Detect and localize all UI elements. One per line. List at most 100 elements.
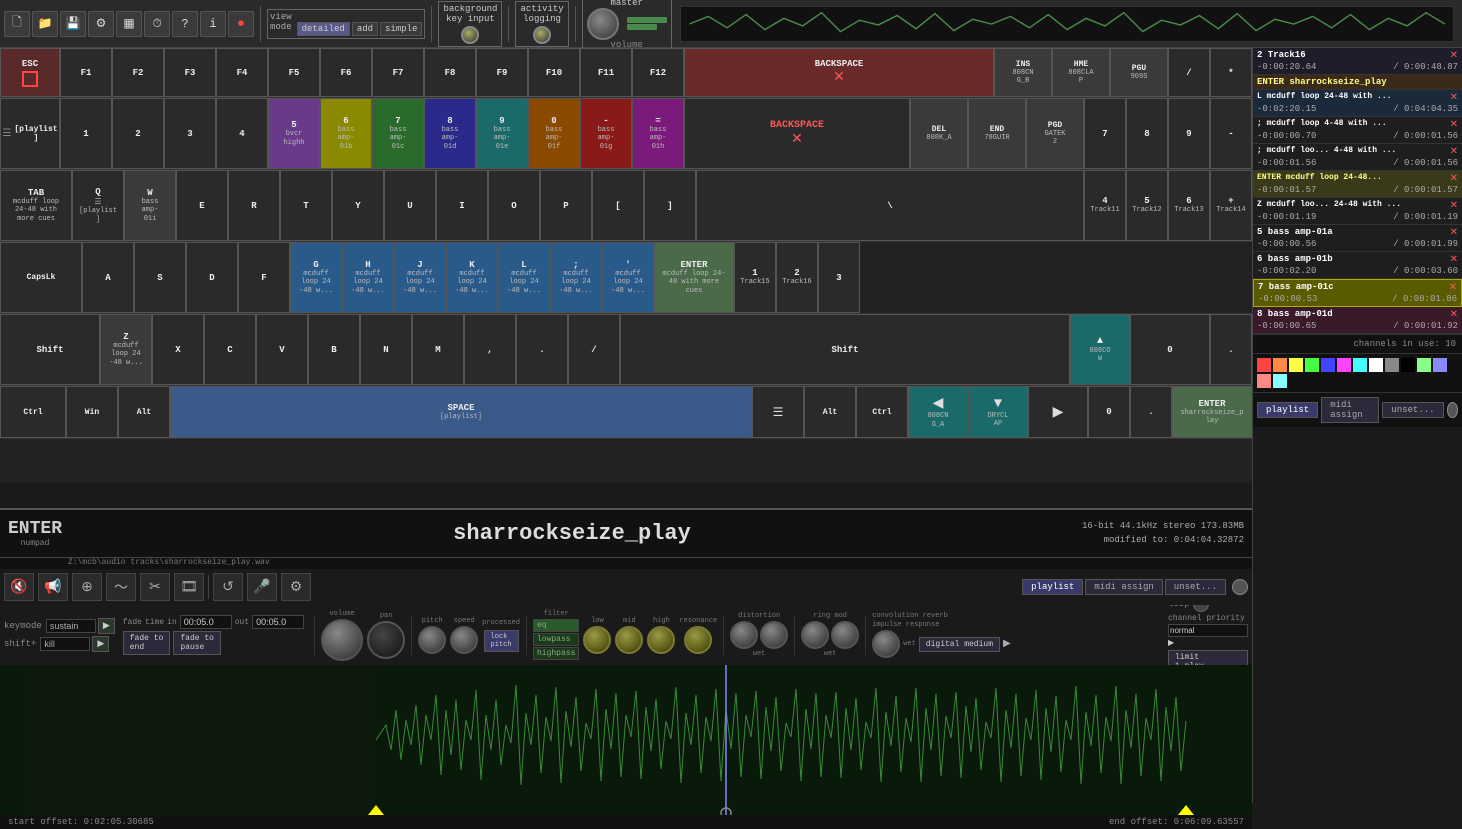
key-ctrl[interactable]: Ctrl bbox=[0, 386, 66, 438]
shift-kill-input[interactable] bbox=[40, 637, 90, 651]
key-b[interactable]: B bbox=[308, 314, 360, 385]
keymode-button[interactable]: ▶ bbox=[98, 618, 115, 634]
key-numpad-enter[interactable]: ENTER sharrockseize_play bbox=[1172, 386, 1252, 438]
key-end[interactable]: END 78GUIR bbox=[968, 98, 1026, 169]
key-num-9[interactable]: 9 bbox=[1168, 98, 1210, 169]
key-q[interactable]: Q ☰ [playlist] bbox=[72, 170, 124, 241]
key-pgdn[interactable]: PGD GATEK2 bbox=[1026, 98, 1084, 169]
high-knob[interactable] bbox=[647, 626, 675, 654]
key-num-enter-0[interactable]: 0 bbox=[1088, 386, 1130, 438]
key-4[interactable]: 4 bbox=[216, 98, 268, 169]
track-item-enter[interactable]: ENTER sharrockseize_play bbox=[1253, 75, 1462, 90]
bg-input-knob[interactable] bbox=[461, 26, 479, 44]
key-0[interactable]: 0 bassamp-01f bbox=[528, 98, 580, 169]
wave-icon-btn[interactable]: 〜 bbox=[106, 573, 136, 601]
key-g[interactable]: G mcduffloop 24-48 w... bbox=[290, 242, 342, 313]
key-k[interactable]: K mcduffloop 24-48 w... bbox=[446, 242, 498, 313]
key-comma[interactable]: , bbox=[464, 314, 516, 385]
key-num-minus[interactable]: - bbox=[1210, 98, 1252, 169]
key-rctrl[interactable]: Ctrl bbox=[856, 386, 908, 438]
key-num-6[interactable]: 6Track13 bbox=[1168, 170, 1210, 241]
key-ins[interactable]: INS 808CNG_B bbox=[994, 48, 1052, 97]
mic-icon-btn[interactable]: 🎤 bbox=[247, 573, 277, 601]
eq-filter-btn[interactable]: eq bbox=[533, 619, 579, 632]
bottom-playlist-button[interactable]: playlist bbox=[1022, 579, 1083, 595]
key-num-div[interactable]: / bbox=[1168, 48, 1210, 97]
key-num-dot[interactable]: . bbox=[1210, 314, 1252, 385]
swatch-light-cyan[interactable] bbox=[1273, 374, 1287, 388]
key-num-enter-dot[interactable]: . bbox=[1130, 386, 1172, 438]
key-lshift[interactable]: Shift bbox=[0, 314, 100, 385]
playlist-knob[interactable] bbox=[1447, 402, 1458, 418]
key-arrow-right[interactable]: ▶ bbox=[1028, 386, 1088, 438]
key-enter[interactable]: ENTER mcduff loop 24-48 with morecues bbox=[654, 242, 734, 313]
track-item-mcduff-l[interactable]: L mcduff loop 24-48 with ... ✕ -0:02:20.… bbox=[1253, 90, 1462, 117]
key-f10[interactable]: F10 bbox=[528, 48, 580, 97]
ring-wet-knob[interactable] bbox=[801, 621, 829, 649]
fade-to-pause-button[interactable]: fade topause bbox=[173, 631, 221, 655]
track-item-mcduff-s2[interactable]: ; mcduff loo... 4-48 with ... ✕ -0:00:01… bbox=[1253, 144, 1462, 171]
key-f5[interactable]: F5 bbox=[268, 48, 320, 97]
track-close-mcduff-l[interactable]: ✕ bbox=[1450, 92, 1458, 104]
speaker-icon-btn[interactable]: 📢 bbox=[38, 573, 68, 601]
gear-icon-btn[interactable]: ⚙ bbox=[281, 573, 311, 601]
key-3[interactable]: 3 bbox=[164, 98, 216, 169]
info-icon[interactable]: i bbox=[200, 11, 226, 37]
pitch-knob[interactable] bbox=[418, 626, 446, 654]
digital-medium-btn[interactable]: digital medium bbox=[919, 637, 1000, 652]
track-item-bass-01c[interactable]: 7 bass amp-01c ✕ -0:00:00.53 / 0:00:01.8… bbox=[1253, 279, 1462, 307]
mid-knob[interactable] bbox=[615, 626, 643, 654]
track-item-bass-01d[interactable]: 8 bass amp-01d ✕ -0:00:00.65 / 0:00:01.9… bbox=[1253, 307, 1462, 334]
key-e[interactable]: E bbox=[176, 170, 228, 241]
key-rbracket[interactable]: ] bbox=[644, 170, 696, 241]
swatch-green[interactable] bbox=[1305, 358, 1319, 372]
key-period[interactable]: . bbox=[516, 314, 568, 385]
scissors-icon-btn[interactable]: ✂ bbox=[140, 573, 170, 601]
key-i[interactable]: I bbox=[436, 170, 488, 241]
key-del[interactable]: DEL 808K_A bbox=[910, 98, 968, 169]
key-8[interactable]: 8 bassamp-01d bbox=[424, 98, 476, 169]
loop-knob[interactable] bbox=[1193, 605, 1209, 612]
key-lalt[interactable]: Alt bbox=[118, 386, 170, 438]
key-arrow-left[interactable]: ◀ 808CNG_A bbox=[908, 386, 968, 438]
track-item-bass-01b[interactable]: 6 bass amp-01b ✕ -0:00:02.20 / 0:00:03.6… bbox=[1253, 252, 1462, 279]
key-num-7[interactable]: 7 bbox=[1084, 98, 1126, 169]
track-close-enter2[interactable]: ✕ bbox=[1450, 173, 1458, 185]
track-close-bass-01a[interactable]: ✕ bbox=[1450, 227, 1458, 239]
crosshair-icon-btn[interactable]: ⊕ bbox=[72, 573, 102, 601]
swatch-red[interactable] bbox=[1257, 358, 1271, 372]
key-arrow-down[interactable]: ▼ DRYCLAP bbox=[968, 386, 1028, 438]
swatch-yellow[interactable] bbox=[1289, 358, 1303, 372]
key-backspace[interactable]: BACKSPACE ✕ bbox=[684, 48, 994, 97]
key-f12[interactable]: F12 bbox=[632, 48, 684, 97]
volume-proc-knob[interactable] bbox=[321, 619, 363, 661]
key-space[interactable]: SPACE [playlist] bbox=[170, 386, 752, 438]
key-tilde[interactable]: ☰ [playlist] bbox=[0, 98, 60, 169]
key-p[interactable]: P bbox=[540, 170, 592, 241]
master-volume-knob[interactable] bbox=[587, 8, 619, 40]
key-x[interactable]: X bbox=[152, 314, 204, 385]
folder-icon[interactable]: 📁 bbox=[32, 11, 58, 37]
key-m[interactable]: M bbox=[412, 314, 464, 385]
track-close-mcduff-s2[interactable]: ✕ bbox=[1450, 146, 1458, 158]
swatch-cyan[interactable] bbox=[1353, 358, 1367, 372]
track-close-mcduff-s1[interactable]: ✕ bbox=[1450, 119, 1458, 131]
key-f[interactable]: F bbox=[238, 242, 290, 313]
key-6[interactable]: 6 bassamp-01b bbox=[320, 98, 372, 169]
record-icon[interactable]: ⏺ bbox=[228, 11, 254, 37]
ring-dry-knob[interactable] bbox=[831, 621, 859, 649]
key-d[interactable]: D bbox=[186, 242, 238, 313]
key-h[interactable]: H mcduffloop 24-48 w... bbox=[342, 242, 394, 313]
key-z[interactable]: Z mcduffloop 24-48 w... bbox=[100, 314, 152, 385]
bottom-playlist-knob[interactable] bbox=[1232, 579, 1248, 595]
key-r[interactable]: R bbox=[228, 170, 280, 241]
swatch-magenta[interactable] bbox=[1337, 358, 1351, 372]
key-y[interactable]: Y bbox=[332, 170, 384, 241]
track-item-bass-01a[interactable]: 5 bass amp-01a ✕ -0:00:00.56 / 0:00:01.9… bbox=[1253, 225, 1462, 252]
activity-logging-knob[interactable] bbox=[533, 26, 551, 44]
key-808cow[interactable]: ▲ 808COW bbox=[1070, 314, 1130, 385]
lowpass-filter-btn[interactable]: lowpass bbox=[533, 633, 579, 646]
refresh-icon-btn[interactable]: ↺ bbox=[213, 573, 243, 601]
track-item-enter2[interactable]: ENTER mcduff loop 24-48... ✕ -0:00:01.57… bbox=[1253, 171, 1462, 198]
key-f4[interactable]: F4 bbox=[216, 48, 268, 97]
